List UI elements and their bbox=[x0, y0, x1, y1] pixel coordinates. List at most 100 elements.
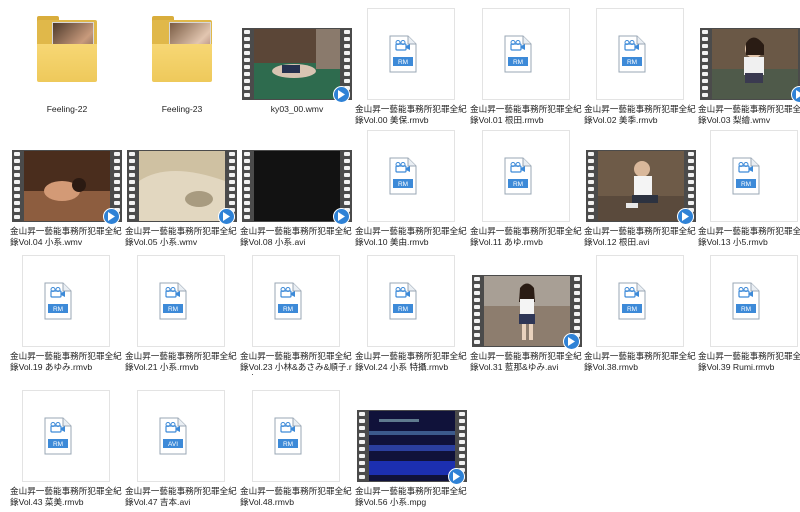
media-file-icon: RM bbox=[698, 128, 800, 224]
folder-icon bbox=[125, 6, 239, 102]
file-item[interactable]: RM 金山昇一藝能事務所犯罪全紀錄Vol.19 あゆみ.rmvb bbox=[10, 253, 124, 377]
video-thumbnail bbox=[470, 253, 584, 350]
file-name-label: 金山昇一藝能事務所犯罪全紀錄Vol.11 あゆ.rmvb bbox=[470, 226, 582, 247]
media-player-badge-icon bbox=[791, 86, 800, 103]
file-name-label: 金山昇一藝能事務所犯罪全紀錄Vol.08 小系.avi bbox=[240, 226, 352, 247]
file-item[interactable]: 金山昇一藝能事務所犯罪全紀錄Vol.03 梨繪.wmv bbox=[698, 6, 800, 130]
file-item[interactable]: 金山昇一藝能事務所犯罪全紀錄Vol.08 小系.avi bbox=[240, 128, 354, 252]
file-name-label: 金山昇一藝能事務所犯罪全紀錄Vol.38.rmvb bbox=[584, 351, 696, 372]
video-thumbnail bbox=[240, 6, 354, 103]
file-type-text: RM bbox=[513, 181, 523, 188]
media-player-badge-icon bbox=[333, 208, 350, 225]
file-type-text: RM bbox=[283, 441, 293, 448]
file-item[interactable]: Feeling-23 bbox=[125, 6, 239, 130]
file-explorer-view: Feeling-22 Feeling-23 ky03_00.wmv RM 金山昇一藝能事… bbox=[0, 0, 800, 511]
media-player-badge-icon bbox=[103, 208, 120, 225]
file-item[interactable]: Feeling-22 bbox=[10, 6, 124, 130]
file-item[interactable]: AVI 金山昇一藝能事務所犯罪全紀錄Vol.47 吉本.avi bbox=[125, 388, 239, 512]
file-type-text: RM bbox=[53, 306, 63, 313]
file-name-label: 金山昇一藝能事務所犯罪全紀錄Vol.39 Rumi.rmvb bbox=[698, 351, 800, 372]
file-item[interactable]: RM 金山昇一藝能事務所犯罪全紀錄Vol.21 小系.rmvb bbox=[125, 253, 239, 377]
video-thumbnail bbox=[10, 128, 124, 225]
media-file-icon: RM bbox=[584, 253, 698, 349]
file-type-text: RM bbox=[513, 59, 523, 66]
media-file-icon: RM bbox=[240, 253, 354, 349]
file-type-text: RM bbox=[53, 441, 63, 448]
file-name-label: 金山昇一藝能事務所犯罪全紀錄Vol.10 美由.rmvb bbox=[355, 226, 467, 247]
file-name-label: 金山昇一藝能事務所犯罪全紀錄Vol.02 美季.rmvb bbox=[584, 104, 696, 125]
file-item[interactable]: RM 金山昇一藝能事務所犯罪全紀錄Vol.11 あゆ.rmvb bbox=[470, 128, 584, 252]
video-thumbnail bbox=[355, 388, 469, 485]
file-name-label: 金山昇一藝能事務所犯罪全紀錄Vol.12 根田.avi bbox=[584, 226, 696, 247]
file-item[interactable]: RM 金山昇一藝能事務所犯罪全紀錄Vol.02 美季.rmvb bbox=[584, 6, 698, 130]
file-name-label: 金山昇一藝能事務所犯罪全紀錄Vol.24 小系 特攝.rmvb bbox=[355, 351, 467, 372]
media-player-badge-icon bbox=[677, 208, 694, 225]
file-item[interactable]: RM 金山昇一藝能事務所犯罪全紀錄Vol.01 根田.rmvb bbox=[470, 6, 584, 130]
media-file-icon: RM bbox=[10, 253, 124, 349]
video-thumbnail bbox=[698, 6, 800, 103]
file-type-text: RM bbox=[398, 306, 408, 313]
file-item[interactable]: RM 金山昇一藝能事務所犯罪全紀錄Vol.00 美保.rmvb bbox=[355, 6, 469, 130]
file-type-text: RM bbox=[398, 59, 408, 66]
file-name-label: 金山昇一藝能事務所犯罪全紀錄Vol.01 根田.rmvb bbox=[470, 104, 582, 125]
media-player-badge-icon bbox=[218, 208, 235, 225]
file-type-text: AVI bbox=[168, 441, 178, 448]
media-file-icon: RM bbox=[125, 253, 239, 349]
file-type-text: RM bbox=[283, 306, 293, 313]
file-item[interactable]: RM 金山昇一藝能事務所犯罪全紀錄Vol.13 小5.rmvb bbox=[698, 128, 800, 252]
media-player-badge-icon bbox=[333, 86, 350, 103]
file-name-label: 金山昇一藝能事務所犯罪全紀錄Vol.21 小系.rmvb bbox=[125, 351, 237, 372]
file-name-label: ky03_00.wmv bbox=[270, 104, 324, 114]
file-name-label: 金山昇一藝能事務所犯罪全紀錄Vol.13 小5.rmvb bbox=[698, 226, 800, 247]
file-item[interactable]: RM 金山昇一藝能事務所犯罪全紀錄Vol.38.rmvb bbox=[584, 253, 698, 377]
file-name-label: Feeling-23 bbox=[161, 104, 203, 114]
file-name-label: 金山昇一藝能事務所犯罪全紀錄Vol.00 美保.rmvb bbox=[355, 104, 467, 125]
media-file-icon: RM bbox=[470, 6, 584, 102]
media-player-badge-icon bbox=[448, 468, 465, 485]
video-thumbnail bbox=[125, 128, 239, 225]
file-item[interactable]: RM 金山昇一藝能事務所犯罪全紀錄Vol.43 菜美.rmvb bbox=[10, 388, 124, 512]
file-name-label: 金山昇一藝能事務所犯罪全紀錄Vol.19 あゆみ.rmvb bbox=[10, 351, 122, 372]
media-file-icon: RM bbox=[355, 128, 469, 224]
file-item[interactable]: 金山昇一藝能事務所犯罪全紀錄Vol.05 小系.wmv bbox=[125, 128, 239, 252]
file-name-label: 金山昇一藝能事務所犯罪全紀錄Vol.47 吉本.avi bbox=[125, 486, 237, 507]
video-thumbnail bbox=[584, 128, 698, 225]
file-item[interactable]: 金山昇一藝能事務所犯罪全紀錄Vol.04 小系.wmv bbox=[10, 128, 124, 252]
media-file-icon: RM bbox=[355, 253, 469, 349]
file-name-label: 金山昇一藝能事務所犯罪全紀錄Vol.48.rmvb bbox=[240, 486, 352, 507]
file-type-text: RM bbox=[627, 306, 637, 313]
media-file-icon: RM bbox=[470, 128, 584, 224]
file-name-label: 金山昇一藝能事務所犯罪全紀錄Vol.04 小系.wmv bbox=[10, 226, 122, 247]
file-item[interactable]: RM 金山昇一藝能事務所犯罪全紀錄Vol.10 美由.rmvb bbox=[355, 128, 469, 252]
file-name-label: 金山昇一藝能事務所犯罪全紀錄Vol.03 梨繪.wmv bbox=[698, 104, 800, 125]
media-file-icon: RM bbox=[355, 6, 469, 102]
file-type-text: RM bbox=[168, 306, 178, 313]
file-type-text: RM bbox=[741, 181, 751, 188]
media-file-icon: AVI bbox=[125, 388, 239, 484]
file-item[interactable]: ky03_00.wmv bbox=[240, 6, 354, 130]
file-item[interactable]: RM 金山昇一藝能事務所犯罪全紀錄Vol.39 Rumi.rmvb bbox=[698, 253, 800, 377]
media-file-icon: RM bbox=[10, 388, 124, 484]
video-thumbnail bbox=[240, 128, 354, 225]
file-item[interactable]: RM 金山昇一藝能事務所犯罪全紀錄Vol.23 小林&あさみ&順子.rmvb bbox=[240, 253, 354, 377]
file-type-text: RM bbox=[741, 306, 751, 313]
folder-icon bbox=[10, 6, 124, 102]
file-type-text: RM bbox=[627, 59, 637, 66]
file-item[interactable]: 金山昇一藝能事務所犯罪全紀錄Vol.56 小系.mpg bbox=[355, 388, 469, 512]
file-item[interactable]: 金山昇一藝能事務所犯罪全紀錄Vol.12 根田.avi bbox=[584, 128, 698, 252]
media-file-icon: RM bbox=[584, 6, 698, 102]
media-player-badge-icon bbox=[563, 333, 580, 350]
file-name-label: 金山昇一藝能事務所犯罪全紀錄Vol.23 小林&あさみ&順子.rmvb bbox=[240, 351, 352, 375]
film-strip-frame bbox=[700, 28, 800, 100]
file-type-text: RM bbox=[398, 181, 408, 188]
file-item[interactable]: RM 金山昇一藝能事務所犯罪全紀錄Vol.48.rmvb bbox=[240, 388, 354, 512]
media-file-icon: RM bbox=[240, 388, 354, 484]
media-file-icon: RM bbox=[698, 253, 800, 349]
file-name-label: 金山昇一藝能事務所犯罪全紀錄Vol.43 菜美.rmvb bbox=[10, 486, 122, 507]
file-name-label: 金山昇一藝能事務所犯罪全紀錄Vol.31 藍那&ゆみ.avi bbox=[470, 351, 582, 372]
file-item[interactable]: 金山昇一藝能事務所犯罪全紀錄Vol.31 藍那&ゆみ.avi bbox=[470, 253, 584, 377]
file-name-label: 金山昇一藝能事務所犯罪全紀錄Vol.05 小系.wmv bbox=[125, 226, 237, 247]
file-item[interactable]: RM 金山昇一藝能事務所犯罪全紀錄Vol.24 小系 特攝.rmvb bbox=[355, 253, 469, 377]
file-name-label: 金山昇一藝能事務所犯罪全紀錄Vol.56 小系.mpg bbox=[355, 486, 467, 507]
file-name-label: Feeling-22 bbox=[46, 104, 88, 114]
